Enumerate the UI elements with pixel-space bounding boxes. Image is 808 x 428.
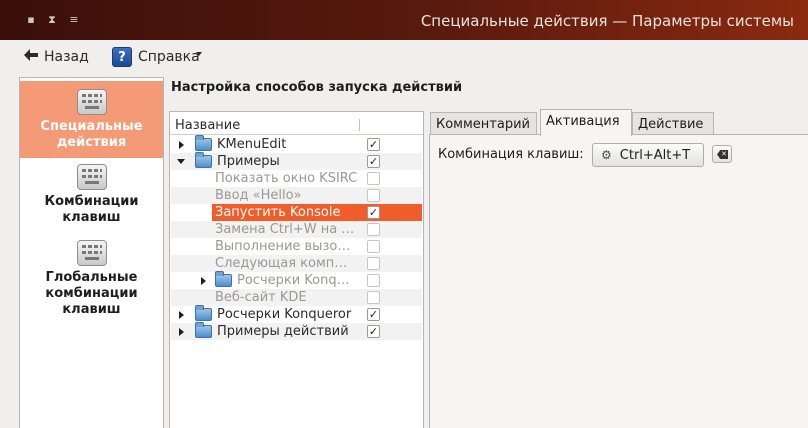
tree-row-label: Выполнение вызо…	[215, 239, 351, 254]
enable-checkbox[interactable]	[367, 291, 380, 304]
page-title: Настройка способов запуска действий	[171, 80, 463, 95]
enable-checkbox[interactable]	[367, 172, 380, 185]
help-button[interactable]: ? Справка	[112, 45, 200, 69]
tree-row-label: Примеры действий	[217, 324, 349, 339]
tree-row-label: Примеры	[217, 154, 280, 169]
tree-row-label: KMenuEdit	[217, 137, 287, 152]
help-button-label: Справка	[138, 49, 200, 65]
folder-icon	[195, 322, 212, 338]
enable-checkbox[interactable]: ✓	[367, 138, 380, 151]
tree-row-label: Следующая комп…	[215, 256, 348, 271]
sidebar-item-label: Глобальные комбинации клавиш	[45, 270, 138, 317]
tab-comment[interactable]: Комментарий	[430, 112, 537, 135]
tree-row[interactable]: Примеры ✓	[171, 152, 422, 170]
column-name-header: Название	[175, 118, 241, 133]
keyboard-icon	[76, 164, 107, 190]
tree-row-label: Росчерки Konqueror	[217, 307, 352, 322]
enable-checkbox[interactable]: ✓	[367, 206, 380, 219]
activation-tab-panel	[429, 134, 808, 428]
tree-row[interactable]: Росчерки Konq…	[171, 271, 422, 289]
enable-checkbox[interactable]: ✓	[367, 308, 380, 321]
shortcut-value: Ctrl+Alt+T	[619, 147, 691, 163]
tree-row[interactable]: Веб-сайт KDE	[171, 289, 422, 306]
tree-row[interactable]: Ввод «Hello»	[171, 187, 422, 204]
tree-row[interactable]: Показать окно KSIRC	[171, 170, 422, 187]
tree-row[interactable]: Следующая комп…	[171, 255, 422, 272]
enable-checkbox[interactable]: ✓	[367, 325, 380, 338]
tree-row-label: Ввод «Hello»	[215, 188, 302, 203]
expand-arrow-icon[interactable]	[179, 141, 184, 149]
tree-row[interactable]: Примеры действий ✓	[171, 322, 422, 340]
expand-arrow-icon[interactable]	[179, 311, 184, 319]
back-button-label: Назад	[44, 49, 89, 65]
tree-row[interactable]: Выполнение вызо…	[171, 238, 422, 255]
sidebar-item-global-shortcuts[interactable]: Глобальные комбинации клавиш	[20, 240, 163, 326]
gear-icon: ⚙	[601, 148, 612, 162]
expand-arrow-icon[interactable]	[179, 328, 184, 336]
actions-tree: Название KMenuEdit ✓ Примеры ✓ Показать …	[169, 111, 424, 428]
enable-checkbox[interactable]	[367, 274, 380, 287]
help-icon: ?	[112, 47, 132, 67]
enable-checkbox[interactable]	[367, 189, 380, 202]
tree-row-label: Запустить Konsole	[215, 205, 341, 220]
shortcut-label: Комбинация клавиш:	[438, 147, 584, 162]
tree-row-label: Показать окно KSIRC	[215, 171, 358, 186]
sidebar-item-shortcuts[interactable]: Комбинации клавиш	[20, 164, 163, 234]
sidebar-item-label: Комбинации клавиш	[44, 194, 139, 225]
toolbar: Назад ? Справка	[0, 40, 808, 74]
tab-activation[interactable]: Активация	[540, 109, 632, 136]
tree-row-selected[interactable]: Запустить Konsole ✓	[212, 204, 422, 221]
back-button[interactable]: Назад	[24, 45, 89, 69]
folder-icon	[215, 271, 232, 287]
enable-checkbox[interactable]	[367, 223, 380, 236]
tree-row-label: Замена Ctrl+W на …	[215, 222, 355, 237]
back-arrow-icon	[24, 49, 38, 65]
clear-icon: ✕	[717, 150, 728, 159]
folder-icon	[195, 135, 212, 151]
folder-icon	[195, 305, 212, 321]
sidebar-item-label: Специальные действия	[40, 119, 143, 150]
collapse-arrow-icon[interactable]	[177, 159, 185, 164]
minimize-window-icon[interactable]: ⧗	[45, 13, 59, 27]
tree-row[interactable]: Росчерки Konqueror ✓	[171, 305, 422, 323]
shortcut-button[interactable]: ⚙ Ctrl+Alt+T	[592, 143, 704, 167]
window-titlebar: ▪ ⧗ ≡ Специальные действия — Параметры с…	[0, 0, 808, 40]
tree-row[interactable]: Замена Ctrl+W на …	[171, 221, 422, 238]
expand-arrow-icon[interactable]	[201, 277, 206, 285]
enable-checkbox[interactable]	[367, 240, 380, 253]
tab-action[interactable]: Действие	[632, 112, 714, 135]
sidebar: Специальные действия Комбинации клавиш Г…	[19, 77, 164, 428]
folder-icon	[195, 152, 212, 168]
keyboard-icon	[76, 89, 107, 115]
close-window-icon[interactable]: ▪	[24, 13, 38, 27]
tree-row-label: Веб-сайт KDE	[215, 290, 307, 305]
chevron-down-icon[interactable]	[196, 52, 202, 56]
column-separator	[359, 119, 360, 131]
window-menu-icon[interactable]: ≡	[67, 13, 81, 27]
tree-row-label: Росчерки Konq…	[237, 273, 350, 288]
keyboard-icon	[76, 240, 107, 266]
tree-column-header[interactable]: Название	[170, 115, 423, 135]
clear-shortcut-button[interactable]: ✕	[712, 145, 732, 163]
enable-checkbox[interactable]	[367, 257, 380, 270]
tree-row[interactable]: KMenuEdit ✓	[171, 135, 422, 153]
enable-checkbox[interactable]: ✓	[367, 155, 380, 168]
window-title: Специальные действия — Параметры системы	[420, 12, 794, 30]
sidebar-item-special-actions[interactable]: Специальные действия	[20, 81, 163, 158]
